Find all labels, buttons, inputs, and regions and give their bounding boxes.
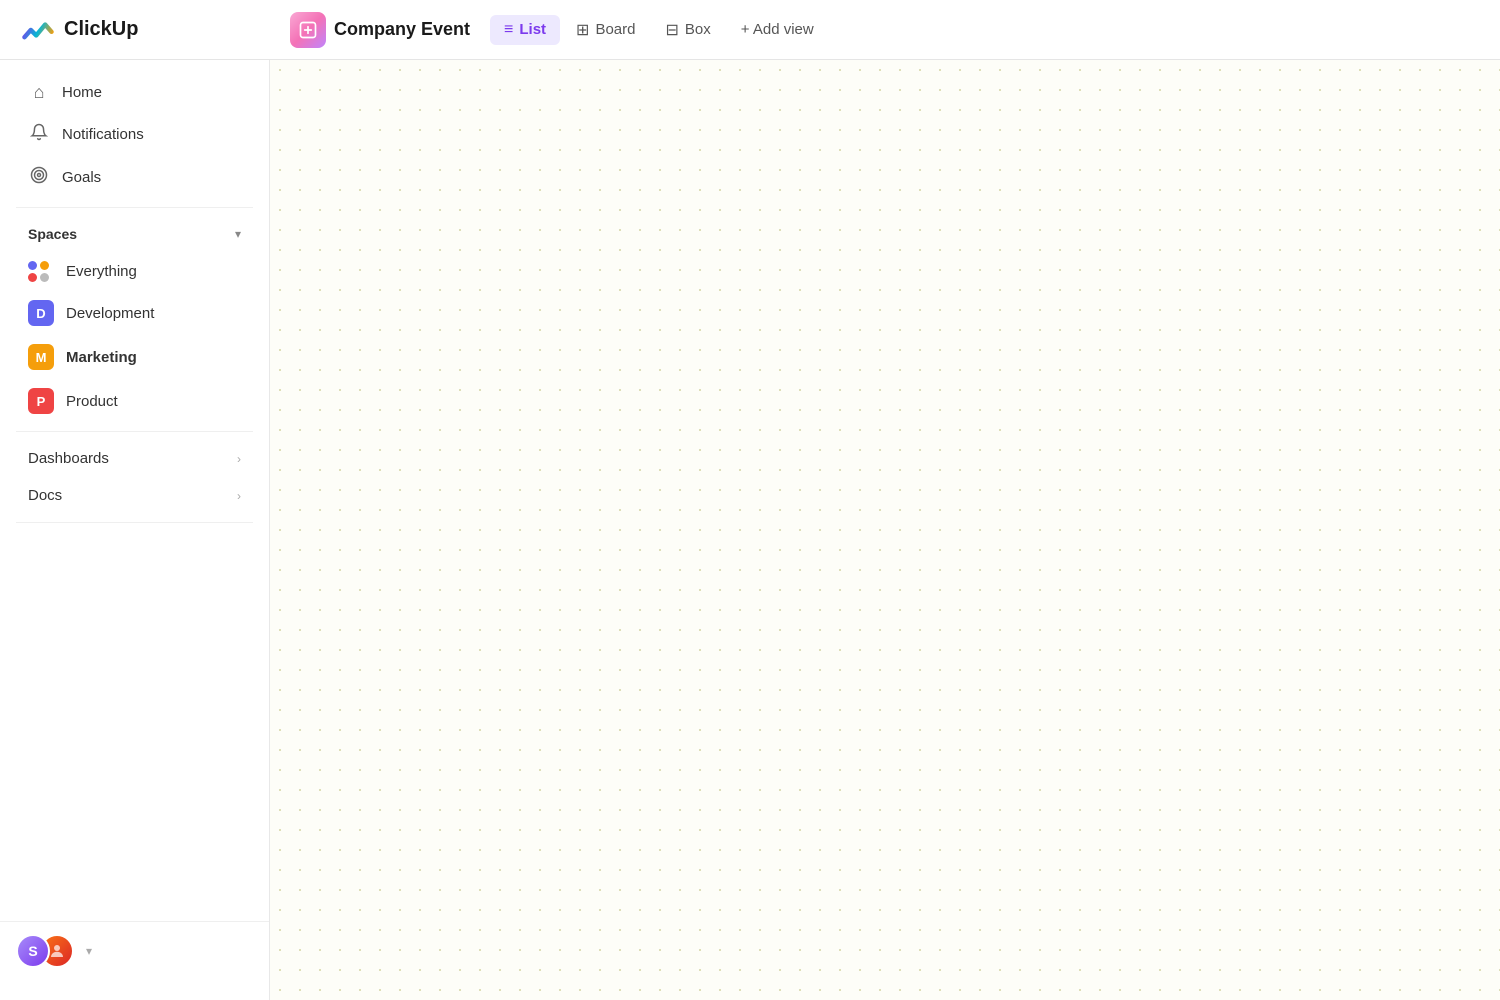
- sidebar-item-everything[interactable]: Everything: [16, 252, 253, 291]
- board-icon: ⊞: [576, 20, 589, 40]
- sidebar-item-docs[interactable]: Docs ›: [16, 477, 253, 514]
- product-avatar-letter: P: [37, 394, 46, 409]
- docs-chevron-icon: ›: [237, 489, 241, 503]
- clickup-logo-icon: [20, 12, 56, 48]
- home-icon: ⌂: [28, 82, 50, 103]
- sidebar-item-product[interactable]: P Product: [16, 379, 253, 423]
- sidebar-home-label: Home: [62, 84, 102, 101]
- avatar-group: S: [16, 934, 74, 968]
- spaces-chevron-icon: ▾: [235, 227, 241, 241]
- add-view-button[interactable]: + Add view: [727, 15, 828, 44]
- sidebar-item-home[interactable]: ⌂ Home: [16, 72, 253, 113]
- spaces-header[interactable]: Spaces ▾: [16, 216, 253, 252]
- sidebar-goals-label: Goals: [62, 169, 101, 186]
- marketing-avatar-letter: M: [36, 350, 47, 365]
- main-content: [270, 60, 1500, 1000]
- development-avatar-letter: D: [36, 306, 45, 321]
- sidebar: ⌂ Home Notifications: [0, 60, 270, 1000]
- sidebar-item-dashboards[interactable]: Dashboards ›: [16, 440, 253, 477]
- sidebar-user-area[interactable]: S ▾: [0, 921, 269, 980]
- project-icon: [290, 12, 326, 48]
- bell-icon: [28, 123, 50, 146]
- logo-area: ClickUp: [20, 12, 290, 48]
- tab-box[interactable]: ⊟ Box: [651, 14, 724, 46]
- secondary-avatar-icon: [48, 942, 66, 960]
- project-name: Company Event: [334, 19, 470, 40]
- add-view-label: + Add view: [741, 21, 814, 38]
- sidebar-marketing-label: Marketing: [66, 349, 137, 366]
- sidebar-item-notifications[interactable]: Notifications: [16, 113, 253, 156]
- list-icon: ≡: [504, 21, 513, 39]
- dashboards-chevron-icon: ›: [237, 452, 241, 466]
- tab-box-label: Box: [685, 21, 711, 38]
- tab-board-label: Board: [595, 21, 635, 38]
- development-avatar: D: [28, 300, 54, 326]
- tab-list[interactable]: ≡ List: [490, 15, 560, 45]
- product-avatar: P: [28, 388, 54, 414]
- app-name: ClickUp: [64, 18, 138, 41]
- sidebar-development-label: Development: [66, 305, 154, 322]
- sidebar-everything-label: Everything: [66, 263, 137, 280]
- tab-board[interactable]: ⊞ Board: [562, 14, 649, 46]
- view-tabs: ≡ List ⊞ Board ⊟ Box + Add view: [490, 14, 828, 46]
- tab-list-label: List: [519, 21, 546, 38]
- sidebar-divider-2: [16, 431, 253, 432]
- sidebar-dashboards-label: Dashboards: [28, 450, 109, 467]
- sidebar-item-marketing[interactable]: M Marketing: [16, 335, 253, 379]
- sidebar-top: ⌂ Home Notifications: [0, 60, 269, 531]
- user-chevron-icon: ▾: [86, 944, 92, 958]
- main-layout: ⌂ Home Notifications: [0, 60, 1500, 1000]
- project-box-icon: [298, 20, 318, 40]
- everything-dots-icon: [28, 261, 54, 282]
- marketing-avatar: M: [28, 344, 54, 370]
- sidebar-notifications-label: Notifications: [62, 126, 144, 143]
- box-icon: ⊟: [665, 20, 678, 40]
- user-avatar-primary: S: [16, 934, 50, 968]
- sidebar-divider-1: [16, 207, 253, 208]
- header-nav: Company Event ≡ List ⊞ Board ⊟ Box + Add…: [290, 12, 1480, 48]
- sidebar-item-development[interactable]: D Development: [16, 291, 253, 335]
- spaces-label: Spaces: [28, 226, 77, 242]
- sidebar-docs-label: Docs: [28, 487, 62, 504]
- sidebar-product-label: Product: [66, 393, 118, 410]
- sidebar-item-goals[interactable]: Goals: [16, 156, 253, 199]
- goals-icon: [28, 166, 50, 189]
- header: ClickUp Company Event ≡ List ⊞ Board ⊟ B…: [0, 0, 1500, 60]
- sidebar-divider-3: [16, 522, 253, 523]
- user-avatar-letter: S: [28, 943, 37, 959]
